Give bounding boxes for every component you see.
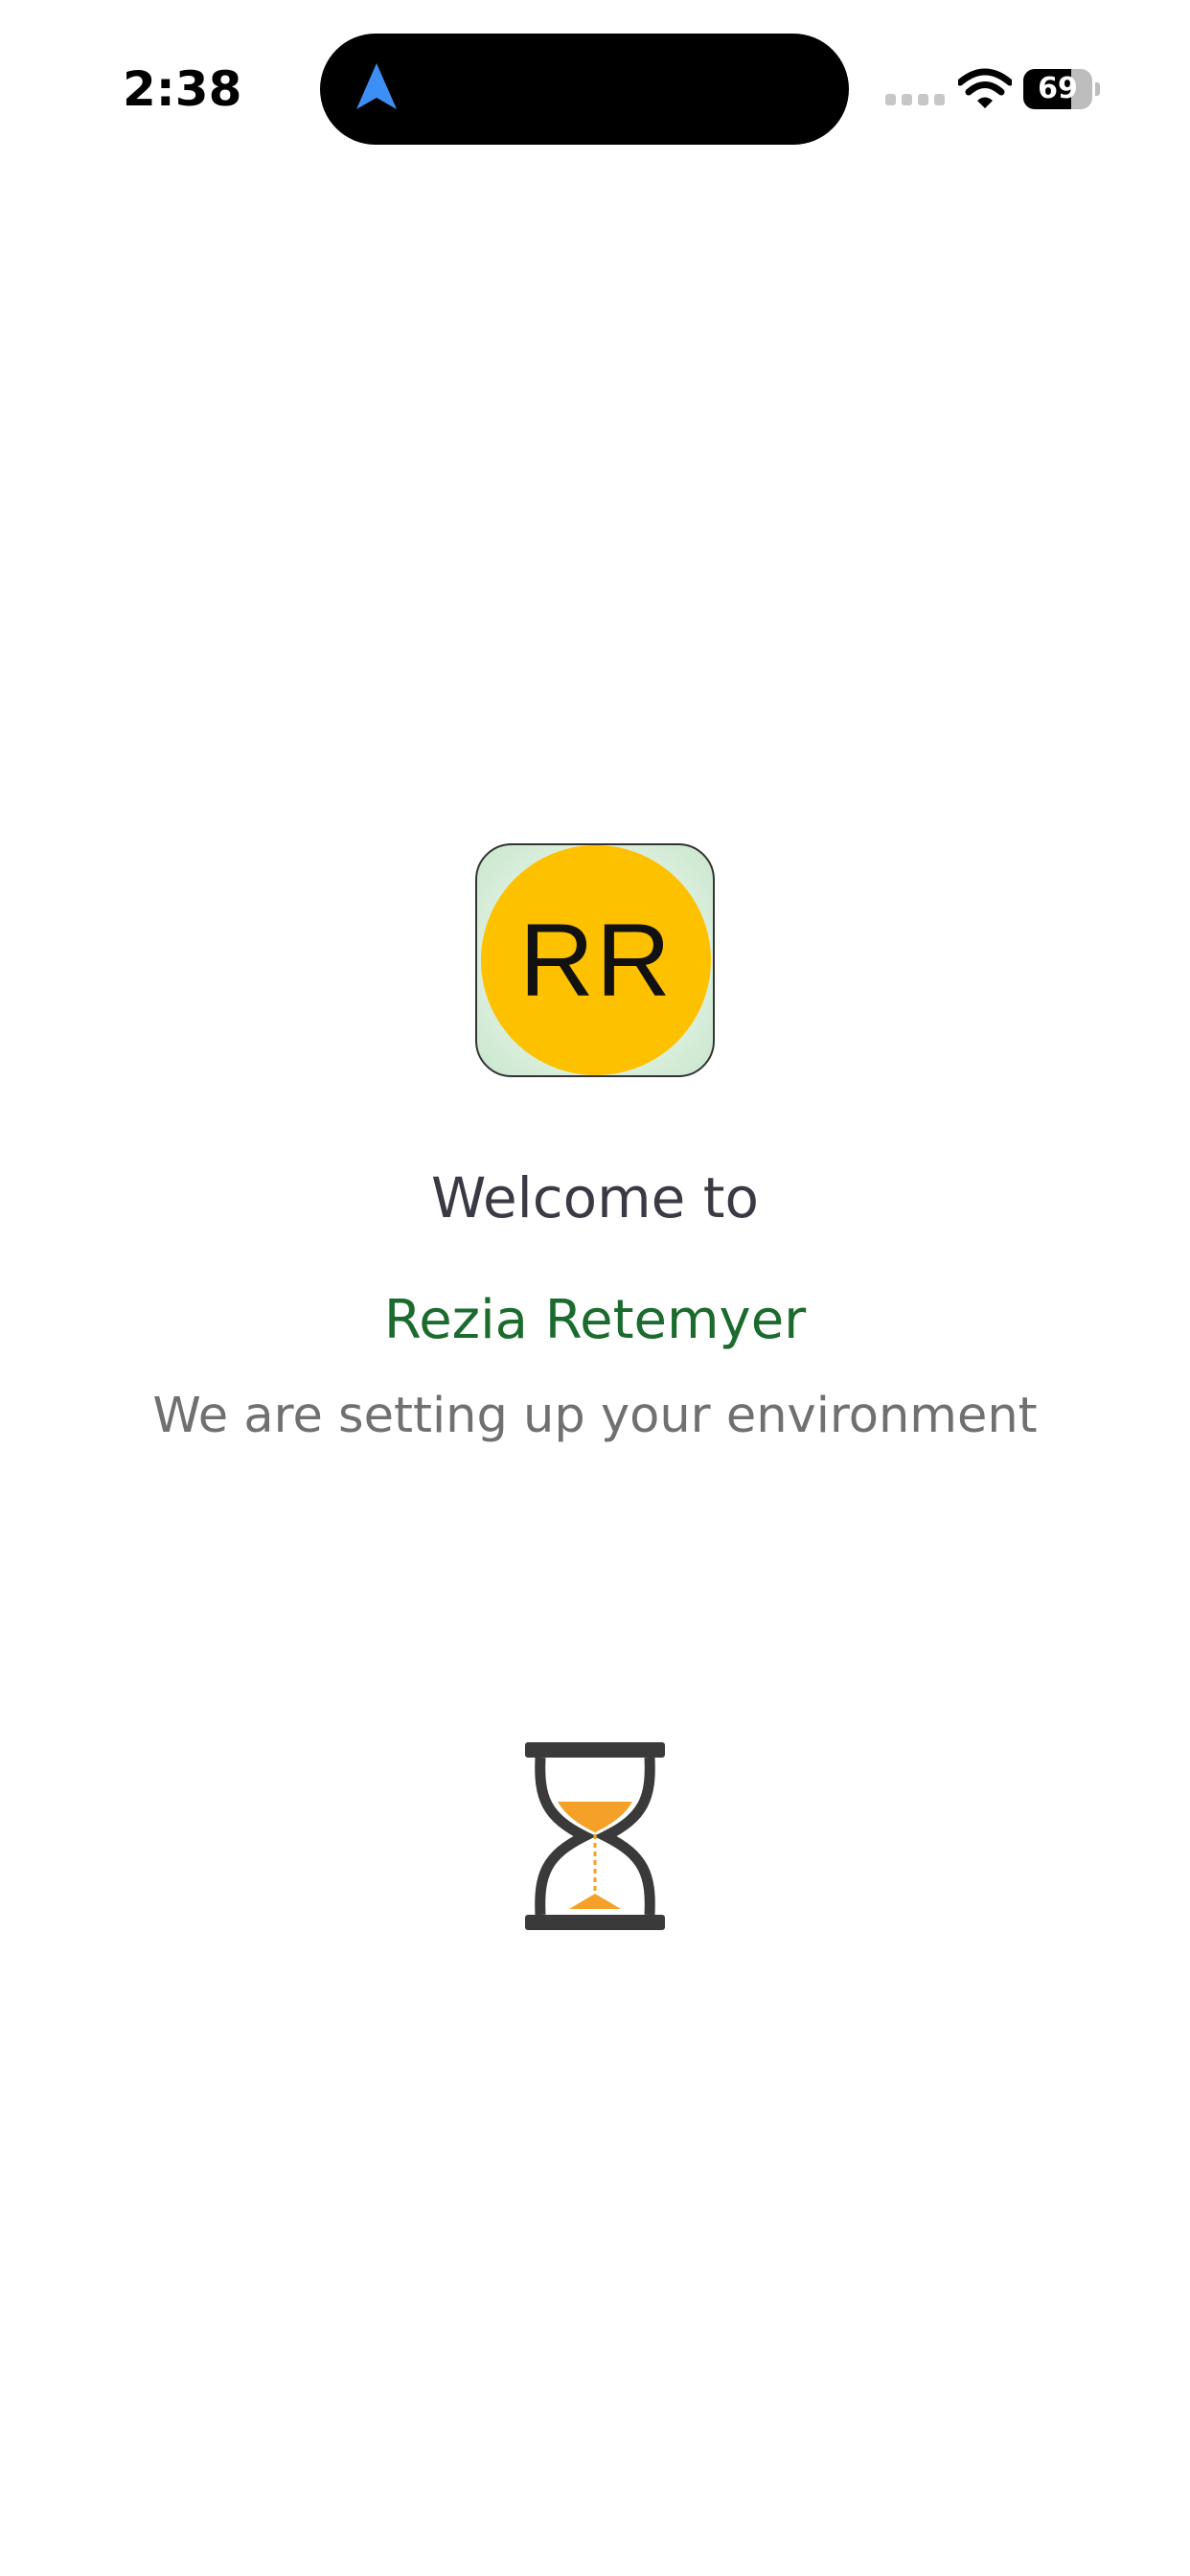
cellular-signal-icon bbox=[885, 94, 945, 105]
hourglass-icon bbox=[525, 1742, 665, 1930]
wifi-icon bbox=[958, 68, 1012, 108]
dynamic-island bbox=[320, 34, 849, 145]
battery-level: 69 bbox=[1038, 72, 1078, 105]
setup-message: We are setting up your environment bbox=[152, 1388, 1038, 1444]
status-time: 2:38 bbox=[123, 61, 242, 117]
location-arrow-icon bbox=[356, 63, 397, 109]
welcome-greeting: Welcome to bbox=[431, 1165, 759, 1230]
logo-circle: RR bbox=[481, 845, 711, 1075]
organization-name: Rezia Retemyer bbox=[383, 1289, 807, 1351]
battery-icon: 69 bbox=[1023, 69, 1100, 109]
battery-tip bbox=[1095, 82, 1100, 96]
battery-body: 69 bbox=[1023, 69, 1092, 109]
app-logo: RR bbox=[475, 843, 715, 1077]
logo-initials: RR bbox=[519, 902, 673, 1018]
